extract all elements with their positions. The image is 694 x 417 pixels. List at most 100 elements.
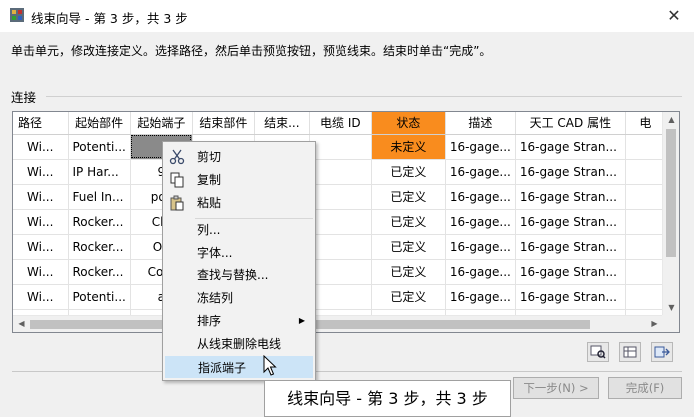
menu-item-label: 复制 xyxy=(197,173,222,187)
column-header-cable-id[interactable]: 电缆 ID xyxy=(309,112,372,135)
menu-item-copy[interactable]: 复制 xyxy=(165,169,313,191)
cell-cable-id[interactable] xyxy=(309,159,372,185)
column-header-status[interactable]: 状态 xyxy=(371,112,446,135)
vertical-scrollbar[interactable]: ▲ ▼ xyxy=(662,112,679,315)
menu-item-label: 冻结列 xyxy=(197,291,234,305)
cell-cad-properties[interactable]: 16-gage Stran... xyxy=(515,159,626,185)
table-row[interactable]: Wi... Rocker... Clo 已定义 16-gage... 16-ga… xyxy=(13,209,666,235)
connections-table: 路径 起始部件 起始端子 结束部件 结束... 电缆 ID 状态 描述 天工 C… xyxy=(13,112,666,332)
cell-path[interactable]: Wi... xyxy=(13,209,69,235)
cell-electric[interactable] xyxy=(625,259,666,285)
menu-item-cut[interactable]: 剪切 xyxy=(165,146,313,168)
cell-description[interactable]: 16-gage... xyxy=(445,259,516,285)
cell-cable-id[interactable] xyxy=(309,259,372,285)
column-header-end-part[interactable]: 结束部件 xyxy=(192,112,255,135)
table-row[interactable]: Wi... Rocker... Op 已定义 16-gage... 16-gag… xyxy=(13,234,666,260)
cell-path[interactable]: Wi... xyxy=(13,159,69,185)
cell-cad-properties[interactable]: 16-gage Stran... xyxy=(515,284,626,310)
menu-item-paste[interactable]: 粘贴 xyxy=(165,192,313,214)
cell-status-undefined[interactable]: 未定义 xyxy=(371,134,446,160)
cell-cad-properties[interactable]: 16-gage Stran... xyxy=(515,234,626,260)
cell-start-part[interactable]: Rocker... xyxy=(68,234,131,260)
cell-start-part[interactable]: IP Har... xyxy=(68,159,131,185)
cell-description[interactable]: 16-gage... xyxy=(445,134,516,160)
cell-description[interactable]: 16-gage... xyxy=(445,284,516,310)
cell-electric[interactable] xyxy=(625,209,666,235)
cell-cad-properties[interactable]: 16-gage Stran... xyxy=(515,184,626,210)
cell-electric[interactable] xyxy=(625,234,666,260)
menu-item-columns[interactable]: 列... xyxy=(165,219,313,241)
table-view-button[interactable] xyxy=(619,342,641,362)
cell-status[interactable]: 已定义 xyxy=(371,234,446,260)
app-icon xyxy=(10,8,24,22)
column-header-end-terminal[interactable]: 结束... xyxy=(254,112,310,135)
cell-description[interactable]: 16-gage... xyxy=(445,159,516,185)
menu-item-freeze-columns[interactable]: 冻结列 xyxy=(165,287,313,309)
menu-item-sort[interactable]: 排序 ▶ xyxy=(165,310,313,332)
menu-item-find-replace[interactable]: 查找与替换... xyxy=(165,264,313,286)
cell-cad-properties[interactable]: 16-gage Stran... xyxy=(515,259,626,285)
cell-electric[interactable] xyxy=(625,184,666,210)
cell-cad-properties[interactable]: 16-gage Stran... xyxy=(515,209,626,235)
column-header-description[interactable]: 描述 xyxy=(445,112,516,135)
connections-grid[interactable]: 路径 起始部件 起始端子 结束部件 结束... 电缆 ID 状态 描述 天工 C… xyxy=(12,111,680,333)
cell-status[interactable]: 已定义 xyxy=(371,284,446,310)
cell-path[interactable]: Wi... xyxy=(13,234,69,260)
column-header-cad-properties[interactable]: 天工 CAD 属性 xyxy=(515,112,626,135)
cell-path[interactable]: Wi... xyxy=(13,284,69,310)
table-row[interactable]: Wi... IP Har... 9 已定义 16-gage... 16-gage… xyxy=(13,159,666,185)
cell-path[interactable]: Wi... xyxy=(13,184,69,210)
scroll-left-icon[interactable]: ◀ xyxy=(13,319,30,328)
scroll-right-icon[interactable]: ▶ xyxy=(646,319,663,328)
cell-start-part[interactable]: Potenti... xyxy=(68,284,131,310)
cell-start-part[interactable]: Rocker... xyxy=(68,209,131,235)
scroll-down-icon[interactable]: ▼ xyxy=(663,303,679,312)
mouse-cursor-icon xyxy=(263,355,277,376)
cell-description[interactable]: 16-gage... xyxy=(445,234,516,260)
table-row[interactable]: Wi... Potenti... 未定义 16-gage... 16-gage … xyxy=(13,134,666,160)
cell-cable-id[interactable] xyxy=(309,134,372,160)
wizard-tooltip: 线束向导 - 第 3 步，共 3 步 xyxy=(264,380,511,417)
menu-item-assign-terminal[interactable]: 指派端子 xyxy=(165,356,313,378)
window-title: 线束向导 - 第 3 步，共 3 步 xyxy=(31,11,188,26)
cell-path[interactable]: Wi... xyxy=(13,259,69,285)
preview-button[interactable] xyxy=(587,342,609,362)
cell-electric[interactable] xyxy=(625,159,666,185)
column-header-start-part[interactable]: 起始部件 xyxy=(68,112,131,135)
table-row[interactable]: Wi... Rocker... Com 已定义 16-gage... 16-ga… xyxy=(13,259,666,285)
table-row[interactable]: Wi... Fuel In... pos 已定义 16-gage... 16-g… xyxy=(13,184,666,210)
column-header-path[interactable]: 路径 xyxy=(13,112,69,135)
close-button[interactable]: ✕ xyxy=(654,0,694,32)
cell-status[interactable]: 已定义 xyxy=(371,159,446,185)
preview-icon xyxy=(590,345,606,359)
cell-path[interactable]: Wi... xyxy=(13,134,69,160)
cell-status[interactable]: 已定义 xyxy=(371,259,446,285)
cell-start-part[interactable]: Potenti... xyxy=(68,134,131,160)
cell-electric[interactable] xyxy=(625,284,666,310)
menu-item-font[interactable]: 字体... xyxy=(165,242,313,264)
next-button[interactable]: 下一步(N) > xyxy=(513,377,599,399)
cell-cable-id[interactable] xyxy=(309,284,372,310)
scroll-up-icon[interactable]: ▲ xyxy=(663,115,679,124)
horizontal-scrollbar[interactable]: ◀ ▶ xyxy=(13,315,663,332)
vertical-scroll-thumb[interactable] xyxy=(666,129,676,257)
cell-description[interactable]: 16-gage... xyxy=(445,184,516,210)
cell-cable-id[interactable] xyxy=(309,209,372,235)
menu-item-remove-wire[interactable]: 从线束删除电线 xyxy=(165,333,313,355)
finish-button[interactable]: 完成(F) xyxy=(608,377,682,399)
export-button[interactable] xyxy=(651,342,673,362)
cell-electric[interactable] xyxy=(625,134,666,160)
column-header-start-terminal[interactable]: 起始端子 xyxy=(130,112,193,135)
cell-cad-properties[interactable]: 16-gage Stran... xyxy=(515,134,626,160)
cell-start-part[interactable]: Rocker... xyxy=(68,259,131,285)
cell-start-part[interactable]: Fuel In... xyxy=(68,184,131,210)
cell-description[interactable]: 16-gage... xyxy=(445,209,516,235)
cell-cable-id[interactable] xyxy=(309,184,372,210)
cell-status[interactable]: 已定义 xyxy=(371,209,446,235)
cell-cable-id[interactable] xyxy=(309,234,372,260)
column-header-electric[interactable]: 电 xyxy=(625,112,666,135)
table-row[interactable]: Wi... Potenti... a 已定义 16-gage... 16-gag… xyxy=(13,284,666,310)
menu-item-label: 查找与替换... xyxy=(197,268,269,282)
title-bar: 线束向导 - 第 3 步，共 3 步 ✕ xyxy=(0,0,694,32)
cell-status[interactable]: 已定义 xyxy=(371,184,446,210)
